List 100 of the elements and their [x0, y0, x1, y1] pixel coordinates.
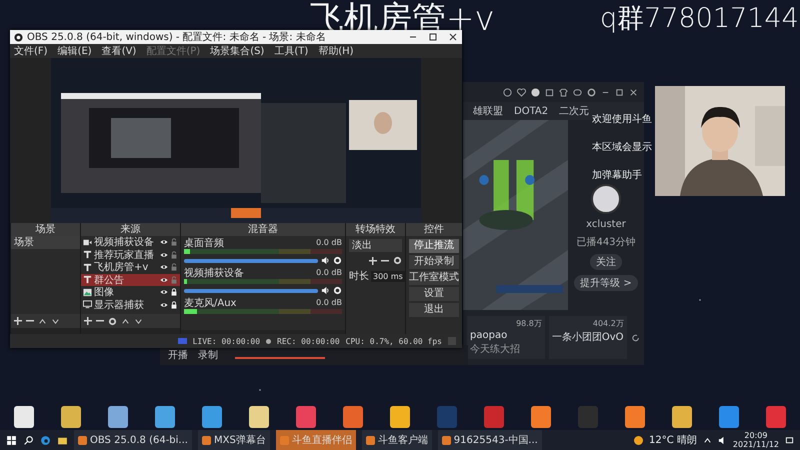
view-count: 404.2万 [592, 318, 624, 329]
add-icon[interactable] [14, 317, 22, 325]
menu-item[interactable]: 编辑(E) [58, 44, 92, 58]
taskbar-app[interactable]: 斗鱼客户端 [362, 430, 432, 450]
taskbar-app[interactable]: MXS弹幕台 [198, 430, 270, 450]
app-logo-icon [14, 32, 23, 42]
control-button[interactable]: 开始录制 [409, 255, 459, 269]
source-name: 推荐玩家直播 [94, 248, 155, 262]
eye-icon[interactable] [160, 276, 168, 284]
up-icon[interactable] [121, 316, 130, 326]
avatar-icon[interactable] [531, 88, 540, 96]
volume-reading: 0.0 dB [316, 268, 342, 277]
desktop-shortcut-icon[interactable] [14, 406, 34, 428]
chevron-icon[interactable] [702, 436, 712, 444]
lock-icon[interactable] [170, 300, 178, 309]
record-indicator-icon [266, 338, 272, 344]
category-tab[interactable]: 二次元 [559, 104, 590, 118]
desktop-shortcut-icon[interactable] [202, 406, 222, 428]
eye-icon[interactable] [160, 288, 168, 296]
desktop-shortcut-icon[interactable] [531, 406, 552, 428]
settings-icon[interactable] [587, 88, 596, 96]
close-icon[interactable] [448, 32, 458, 42]
transition-select[interactable]: 淡出 [349, 239, 402, 252]
track-name: 视频捕获设备 [184, 266, 244, 280]
down-icon[interactable] [51, 316, 60, 326]
streamer-name: xcluster [586, 219, 626, 230]
menu-item[interactable]: 工具(T) [274, 44, 308, 58]
source-item[interactable]: 显示器捕获 [81, 298, 180, 311]
category-tab[interactable]: DOTA2 [514, 106, 548, 116]
cpu-usage: CPU: 0.7%, 60.00 fps [346, 336, 442, 346]
desktop-shortcut-icon[interactable] [390, 406, 410, 428]
taskbar-app[interactable]: OBS 25.0.8 (64-bi... [74, 430, 192, 450]
follow-button[interactable]: 关注 [590, 254, 622, 270]
notification-icon[interactable] [785, 436, 794, 444]
windows-start-icon[interactable] [6, 434, 17, 446]
eye-icon[interactable] [160, 238, 168, 246]
browser-icon[interactable] [40, 434, 51, 446]
source-name: 群公告 [94, 274, 125, 287]
chat-icon[interactable] [573, 88, 582, 96]
eye-icon[interactable] [160, 250, 168, 259]
source-item[interactable]: 视频捕获设备 [81, 236, 180, 248]
dock-title: 混音器 [181, 223, 345, 236]
close-icon[interactable] [629, 88, 638, 96]
source-item[interactable]: 群公告 [81, 274, 180, 286]
text-icon [83, 262, 92, 272]
source-name: 显示器捕获 [94, 298, 145, 312]
calendar-icon[interactable] [545, 88, 554, 96]
desktop-shortcut-icon[interactable] [672, 406, 692, 428]
desktop-shortcut-icon[interactable] [154, 406, 175, 428]
down-icon[interactable] [134, 316, 143, 326]
settings-icon[interactable] [393, 256, 402, 265]
source-item[interactable]: 推荐玩家直播 [81, 248, 180, 261]
control-button[interactable]: 工作室模式 [409, 271, 459, 285]
scene-item[interactable]: 场景 [11, 236, 80, 249]
eye-icon[interactable] [160, 300, 168, 309]
clock-icon[interactable] [503, 88, 512, 96]
menu-item[interactable]: 场景集合(S) [210, 44, 264, 58]
toolbar-button[interactable]: 录制 [198, 348, 218, 362]
desktop-shortcut-icon[interactable] [108, 406, 128, 428]
refresh-icon[interactable] [630, 332, 640, 342]
menu-item[interactable]: 帮助(H) [318, 44, 354, 58]
speaker-icon[interactable] [321, 256, 330, 265]
clock-time: 20:09 [744, 431, 768, 440]
control-button[interactable]: 退出 [409, 303, 459, 317]
desktop-shortcut-icon[interactable] [60, 406, 81, 428]
settings-icon[interactable] [108, 316, 117, 326]
source-item[interactable]: 图像 [81, 286, 180, 298]
dock-title: 来源 [81, 223, 180, 236]
maximize-icon[interactable] [428, 32, 438, 42]
eye-icon[interactable] [160, 263, 168, 272]
menu-item[interactable]: 文件(F) [14, 44, 48, 58]
volume-slider[interactable] [184, 258, 318, 262]
level-button[interactable]: 提升等级 > [574, 275, 638, 291]
category-tab[interactable]: 雄联盟 [473, 104, 503, 118]
up-icon[interactable] [38, 316, 47, 326]
shirt-icon[interactable] [559, 88, 568, 96]
stream-card[interactable]: 98.8万 paopao 今天练大招 [467, 316, 545, 359]
lock-icon[interactable] [170, 288, 178, 296]
volume-reading: 0.0 dB [316, 238, 342, 247]
status-square-icon [448, 337, 456, 345]
source-item[interactable]: 飞机房管+v [81, 261, 180, 274]
duration-field[interactable]: 300 ms [371, 270, 405, 282]
speaker-icon[interactable] [321, 286, 330, 295]
stream-title: 今天练大招 [470, 342, 521, 356]
maximize-icon[interactable] [615, 88, 624, 96]
volume-reading: 0.0 dB [316, 298, 342, 307]
toolbar-button[interactable]: 开播 [168, 348, 188, 362]
heart-icon[interactable] [517, 88, 526, 96]
taskbar-app[interactable]: 91625543-中国... [438, 430, 542, 450]
volume-slider[interactable] [184, 288, 318, 292]
desktop-shortcut-icon[interactable] [625, 406, 646, 428]
menu-item[interactable]: 查看(V) [102, 44, 136, 58]
dock-title: 转场特效 [346, 223, 405, 236]
search-icon[interactable] [23, 434, 34, 446]
desktop-shortcut-icon[interactable] [248, 406, 269, 428]
add-icon[interactable] [84, 317, 92, 325]
notice-text: 加弹幕助手 [592, 168, 643, 182]
control-button[interactable]: 设置 [409, 287, 459, 301]
control-button[interactable]: 停止推流 [409, 239, 459, 253]
stream-card[interactable]: 404.2万 一条小团团OvO [548, 316, 627, 359]
